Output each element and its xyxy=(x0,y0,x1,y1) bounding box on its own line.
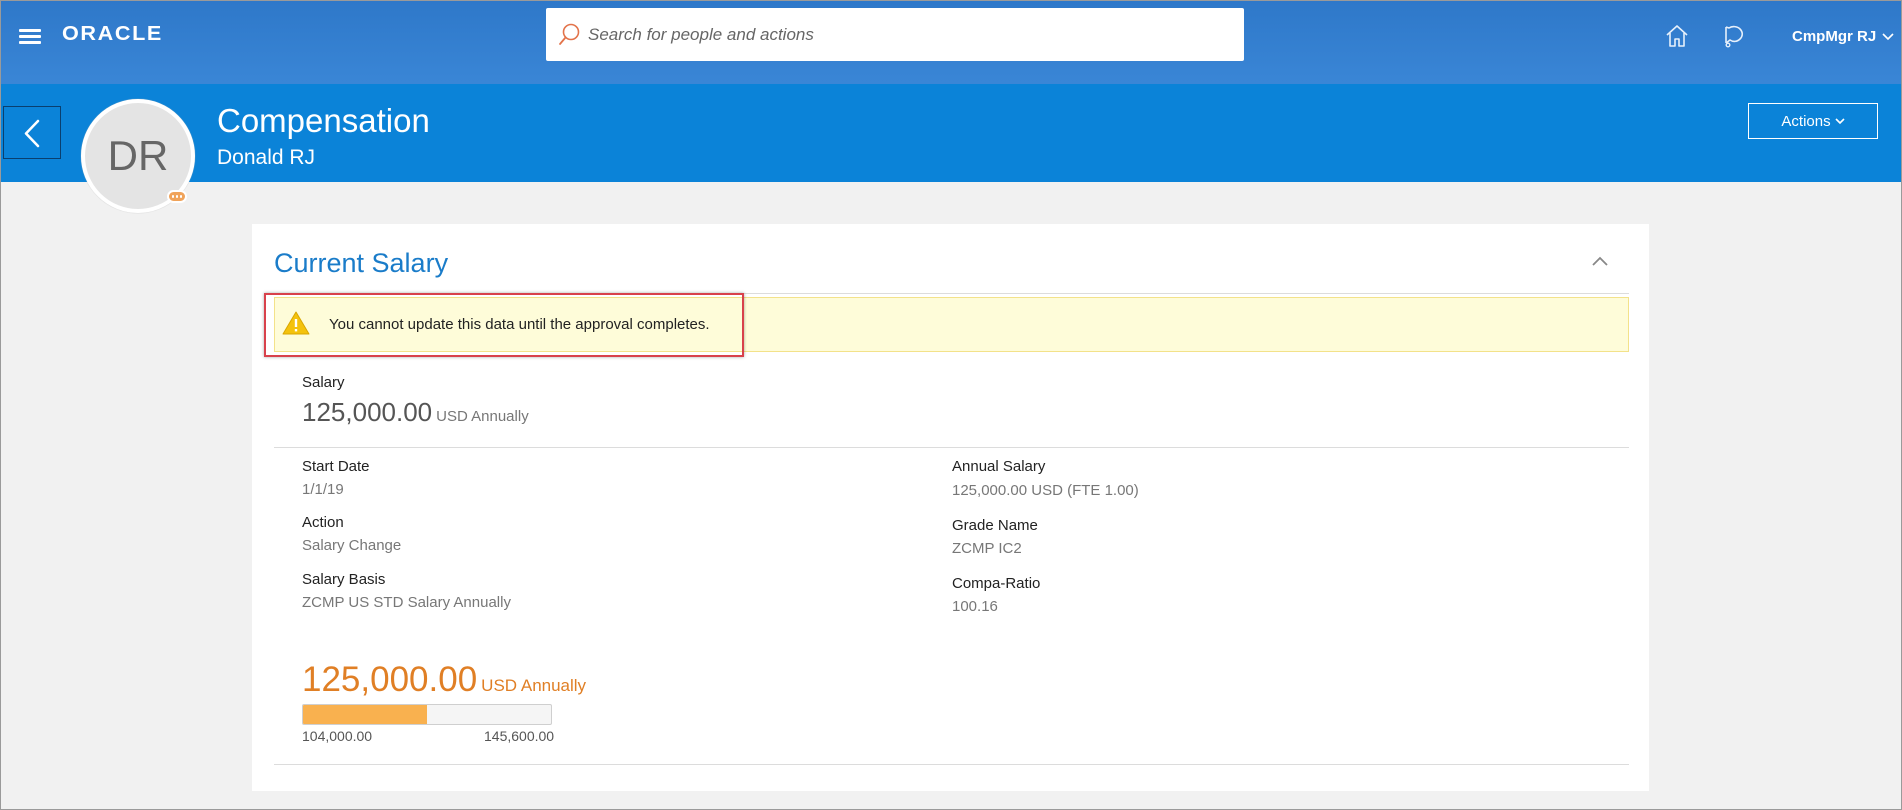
compa-ratio-label: Compa-Ratio xyxy=(952,575,1041,592)
compa-ratio-value: 100.16 xyxy=(952,598,998,615)
start-date-label: Start Date xyxy=(302,458,370,475)
warning-message: You cannot update this data until the ap… xyxy=(274,297,1629,352)
search-input[interactable] xyxy=(588,20,1228,50)
grade-name-label: Grade Name xyxy=(952,517,1038,534)
search-icon xyxy=(559,23,580,45)
range-max: 145,600.00 xyxy=(484,728,555,744)
range-salary-unit: USD Annually xyxy=(481,676,587,695)
hamburger-icon[interactable] xyxy=(19,27,41,45)
card-title: Current Salary xyxy=(274,248,449,278)
annual-salary-label: Annual Salary xyxy=(952,458,1046,475)
current-salary-card: Current Salary You cannot update this da… xyxy=(252,224,1649,791)
person-name: Donald RJ xyxy=(217,146,316,169)
divider xyxy=(274,764,1629,765)
divider xyxy=(274,293,1629,294)
start-date-value: 1/1/19 xyxy=(302,481,344,498)
action-label: Action xyxy=(302,514,344,531)
salary-basis-label: Salary Basis xyxy=(302,571,386,588)
top-bar: ORACLE CmpMgr RJ xyxy=(1,1,1901,84)
salary-amount: 125,000.00 USD Annually xyxy=(302,397,529,428)
chevron-up-icon[interactable] xyxy=(1590,254,1610,268)
page-header: Compensation Donald RJ Actions xyxy=(1,84,1901,182)
actions-label: Actions xyxy=(1781,112,1831,130)
salary-range-fill xyxy=(303,705,427,724)
range-salary-amount: 125,000.00 USD Annually xyxy=(302,660,586,700)
range-salary-value: 125,000.00 xyxy=(302,660,478,699)
chevron-left-icon xyxy=(24,119,40,148)
oracle-logo[interactable]: ORACLE xyxy=(62,23,163,46)
salary-basis-value: ZCMP US STD Salary Annually xyxy=(302,594,511,611)
back-button[interactable] xyxy=(3,106,61,159)
divider xyxy=(274,447,1629,448)
chevron-down-icon xyxy=(1835,117,1845,124)
grade-name-value: ZCMP IC2 xyxy=(952,540,1022,557)
avatar-initials: DR xyxy=(107,132,169,179)
salary-range-bar xyxy=(302,704,552,725)
range-min: 104,000.00 xyxy=(302,728,373,744)
app-frame: ORACLE CmpMgr RJ xyxy=(0,0,1902,810)
annual-salary-value: 125,000.00 USD (FTE 1.00) xyxy=(952,482,1139,499)
chevron-down-icon xyxy=(1882,32,1894,40)
user-menu[interactable]: CmpMgr RJ xyxy=(1792,28,1894,45)
home-icon[interactable] xyxy=(1664,23,1690,49)
warning-text: You cannot update this data until the ap… xyxy=(329,316,710,333)
warning-icon xyxy=(282,311,310,335)
page-title: Compensation xyxy=(217,102,430,139)
salary-unit: USD Annually xyxy=(436,408,529,425)
user-name: CmpMgr RJ xyxy=(1792,28,1877,45)
more-icon[interactable] xyxy=(167,190,187,203)
salary-label: Salary xyxy=(302,374,345,391)
salary-value: 125,000.00 xyxy=(302,397,433,427)
action-value: Salary Change xyxy=(302,537,402,554)
notifications-icon[interactable] xyxy=(1721,23,1747,49)
search-box[interactable] xyxy=(546,8,1244,61)
actions-button[interactable]: Actions xyxy=(1748,103,1878,139)
